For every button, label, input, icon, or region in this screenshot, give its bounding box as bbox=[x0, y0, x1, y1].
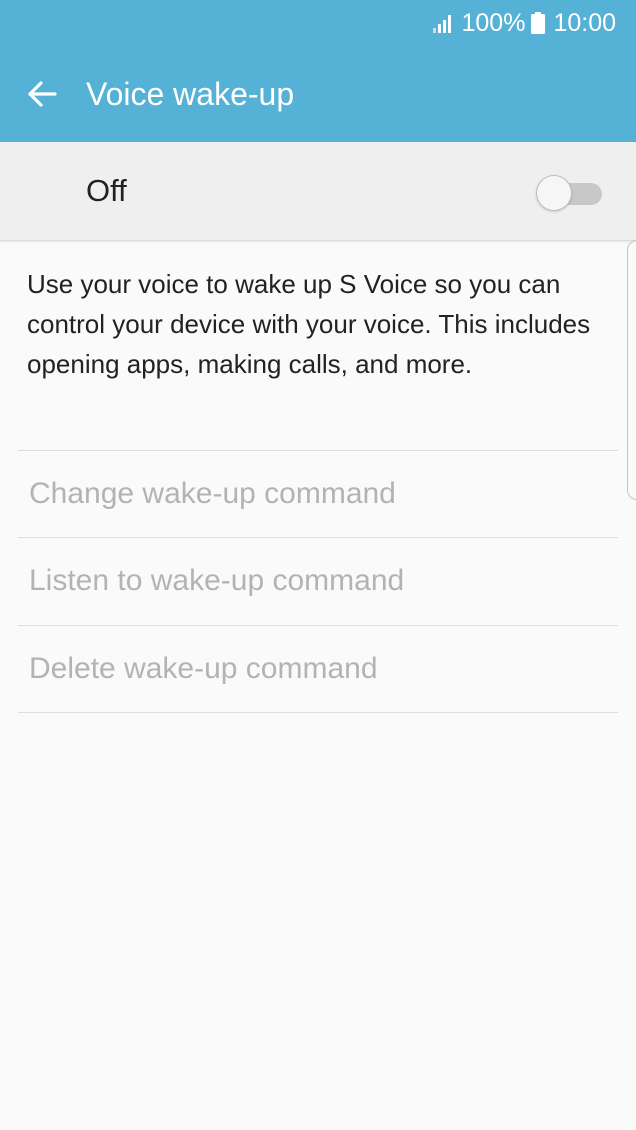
delete-wakeup-command-item[interactable]: Delete wake-up command bbox=[18, 626, 618, 712]
list-item-label: Listen to wake-up command bbox=[29, 564, 405, 597]
divider bbox=[18, 712, 618, 713]
toggle-thumb bbox=[536, 175, 572, 211]
page-title: Voice wake-up bbox=[86, 76, 295, 112]
battery-icon bbox=[531, 12, 546, 34]
signal-bars-icon bbox=[433, 15, 452, 33]
back-button[interactable] bbox=[22, 74, 62, 114]
status-indicators: 100% 10:00 bbox=[433, 8, 616, 38]
voice-wakeup-toggle[interactable] bbox=[536, 174, 602, 211]
master-switch-row[interactable]: Off bbox=[0, 142, 636, 241]
list-item-label: Delete wake-up command bbox=[29, 652, 378, 685]
feature-description: Use your voice to wake up S Voice so you… bbox=[27, 269, 591, 379]
status-time: 10:00 bbox=[553, 8, 616, 37]
header: 100% 10:00 Voice wake-up bbox=[0, 0, 636, 142]
edge-panel-handle[interactable] bbox=[627, 240, 636, 500]
listen-wakeup-command-item[interactable]: Listen to wake-up command bbox=[18, 538, 618, 624]
settings-screen: 100% 10:00 Voice wake-up Off Use your vo… bbox=[0, 0, 636, 1130]
switch-state-label: Off bbox=[86, 173, 127, 208]
list-item-label: Change wake-up command bbox=[29, 477, 396, 510]
app-bar: Voice wake-up bbox=[0, 46, 636, 142]
battery-percentage: 100% bbox=[461, 8, 526, 37]
arrow-left-icon bbox=[28, 81, 57, 107]
change-wakeup-command-item[interactable]: Change wake-up command bbox=[18, 451, 618, 537]
status-bar: 100% 10:00 bbox=[0, 0, 636, 46]
